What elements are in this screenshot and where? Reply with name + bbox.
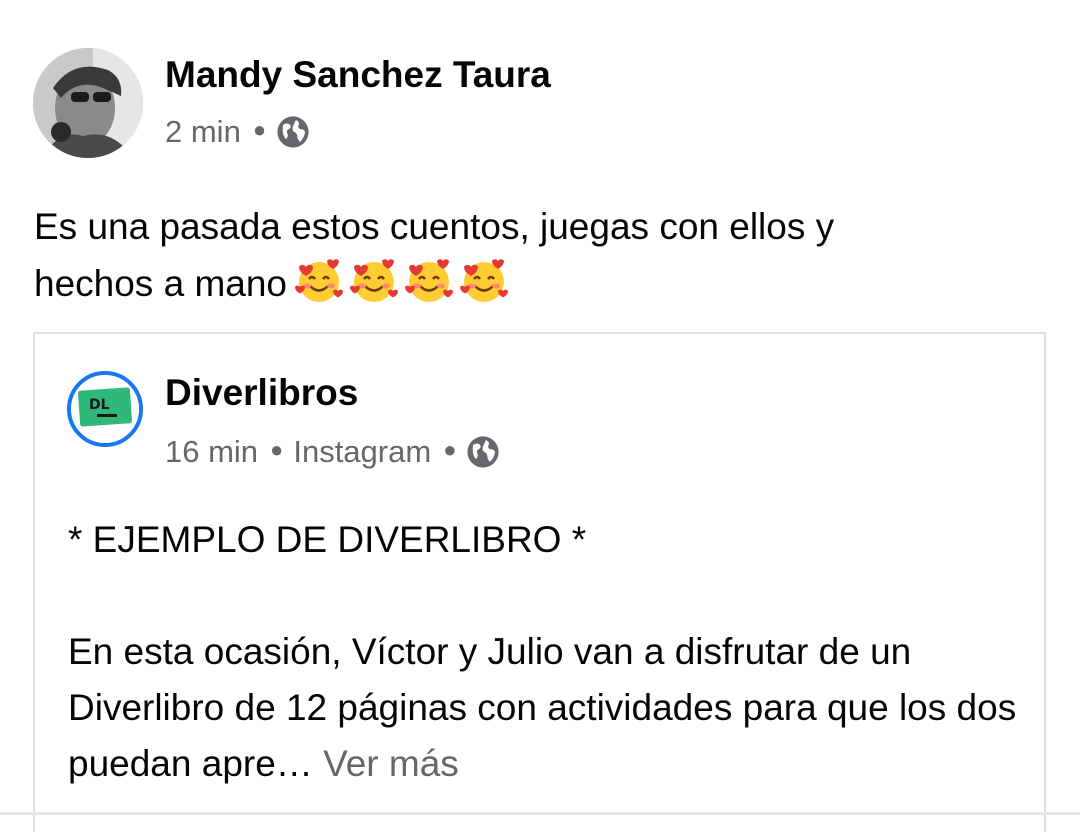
shared-post-meta: 16 min ● Instagram ● — [165, 430, 500, 474]
logo-letters: DL — [89, 397, 110, 413]
smiling-face-with-hearts-icon — [460, 259, 509, 302]
feed-post: Mandy Sanchez Taura 2 min ● Es una pasad… — [0, 0, 1080, 832]
globe-icon[interactable] — [276, 115, 310, 149]
emoji-group — [293, 255, 513, 305]
post-text: Es una pasada estos cuentos, juegas con … — [34, 198, 1044, 312]
author-avatar[interactable] — [33, 48, 143, 158]
meta-separator: ● — [443, 437, 457, 462]
shared-post-body: En esta ocasión, Víctor y Julio van a di… — [68, 624, 1028, 792]
shared-post-body-text: En esta ocasión, Víctor y Julio van a di… — [68, 631, 1017, 784]
post-text-line2: hechos a mano — [34, 263, 288, 304]
meta-separator: ● — [270, 437, 284, 462]
smiling-face-with-hearts-icon — [295, 259, 344, 302]
shared-post-time[interactable]: 16 min — [165, 434, 258, 470]
post-meta: 2 min ● — [165, 110, 310, 154]
globe-icon[interactable] — [466, 435, 500, 469]
diverlibros-logo-icon: DL — [71, 375, 139, 443]
author-name[interactable]: Mandy Sanchez Taura — [165, 52, 551, 98]
page-avatar[interactable]: DL — [67, 371, 143, 447]
shared-post-text: * EJEMPLO DE DIVERLIBRO * En esta ocasió… — [68, 512, 1028, 792]
shared-post-headline: * EJEMPLO DE DIVERLIBRO * — [68, 519, 587, 560]
smiling-face-with-hearts-icon — [350, 259, 399, 302]
smiling-face-with-hearts-icon — [405, 259, 454, 302]
shared-post-source: Instagram — [293, 434, 432, 469]
author-photo — [33, 48, 143, 158]
page-name[interactable]: Diverlibros — [165, 370, 358, 416]
post-text-line1: Es una pasada estos cuentos, juegas con … — [34, 206, 835, 247]
post-time[interactable]: 2 min — [165, 114, 241, 150]
see-more-link[interactable]: Ver más — [323, 743, 459, 784]
meta-separator: ● — [252, 117, 267, 142]
shared-post-card[interactable]: DL Diverlibros 16 min ● Instagram ● * EJ… — [33, 332, 1046, 832]
